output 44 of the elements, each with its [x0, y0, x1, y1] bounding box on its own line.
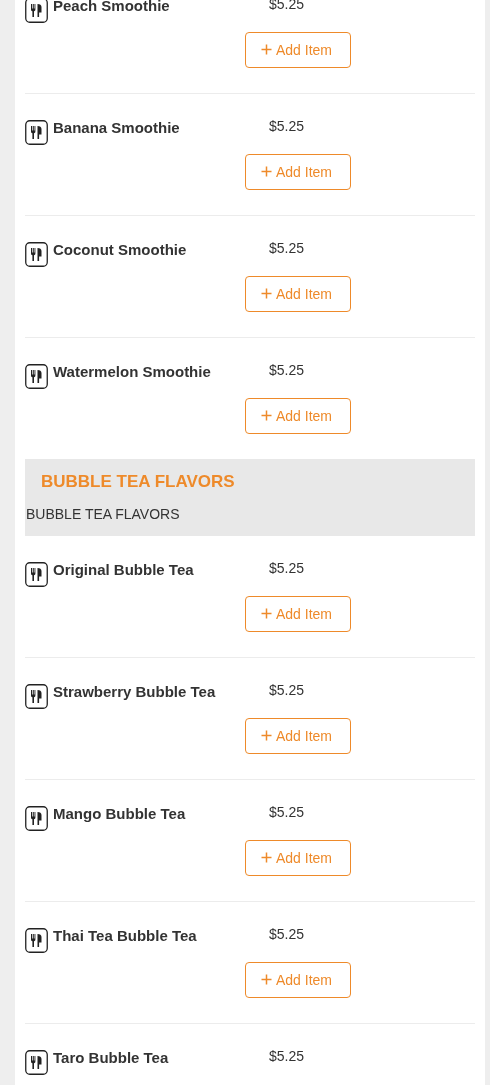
add-item-button[interactable]: Add Item	[245, 276, 351, 312]
item-price: $5.25	[269, 361, 305, 379]
item-price: $5.25	[269, 239, 305, 257]
utensils-icon	[25, 928, 48, 953]
plus-icon	[261, 410, 272, 421]
utensils-icon	[25, 364, 48, 389]
item-name: Thai Tea Bubble Tea	[53, 926, 198, 946]
item-price: $5.25	[269, 803, 305, 821]
item-name: Taro Bubble Tea	[53, 1048, 170, 1068]
plus-icon	[261, 44, 272, 55]
add-item-button[interactable]: Add Item	[245, 398, 351, 434]
item-name: Watermelon Smoothie	[53, 362, 212, 382]
utensils-icon	[25, 562, 48, 587]
section-title: BUBBLE TEA FLAVORS	[41, 471, 235, 493]
utensils-icon	[25, 0, 48, 23]
plus-icon	[261, 852, 272, 863]
utensils-icon	[25, 684, 48, 709]
utensils-icon	[25, 806, 48, 831]
item-name: Strawberry Bubble Tea	[53, 682, 217, 702]
utensils-icon	[25, 242, 48, 267]
plus-icon	[261, 974, 272, 985]
item-name: Banana Smoothie	[53, 118, 181, 138]
plus-icon	[261, 730, 272, 741]
utensils-icon	[25, 120, 48, 145]
utensils-icon	[25, 1050, 48, 1075]
item-name: Mango Bubble Tea	[53, 804, 187, 824]
plus-icon	[261, 608, 272, 619]
plus-icon	[261, 288, 272, 299]
add-item-button[interactable]: Add Item	[245, 962, 351, 998]
item-price: $5.25	[269, 681, 305, 699]
add-item-button[interactable]: Add Item	[245, 154, 351, 190]
add-item-button[interactable]: Add Item	[245, 32, 351, 68]
add-item-button[interactable]: Add Item	[245, 840, 351, 876]
add-item-button[interactable]: Add Item	[245, 596, 351, 632]
item-price: $5.25	[269, 925, 305, 943]
item-name: Peach Smoothie	[53, 0, 171, 16]
item-price: $5.25	[269, 559, 305, 577]
item-name: Original Bubble Tea	[53, 560, 195, 580]
item-price: $5.25	[269, 117, 305, 135]
item-price: $5.25	[269, 1047, 305, 1065]
section-subtitle: BUBBLE TEA FLAVORS	[26, 505, 180, 523]
plus-icon	[261, 166, 272, 177]
add-item-button[interactable]: Add Item	[245, 718, 351, 754]
item-name: Coconut Smoothie	[53, 240, 188, 260]
